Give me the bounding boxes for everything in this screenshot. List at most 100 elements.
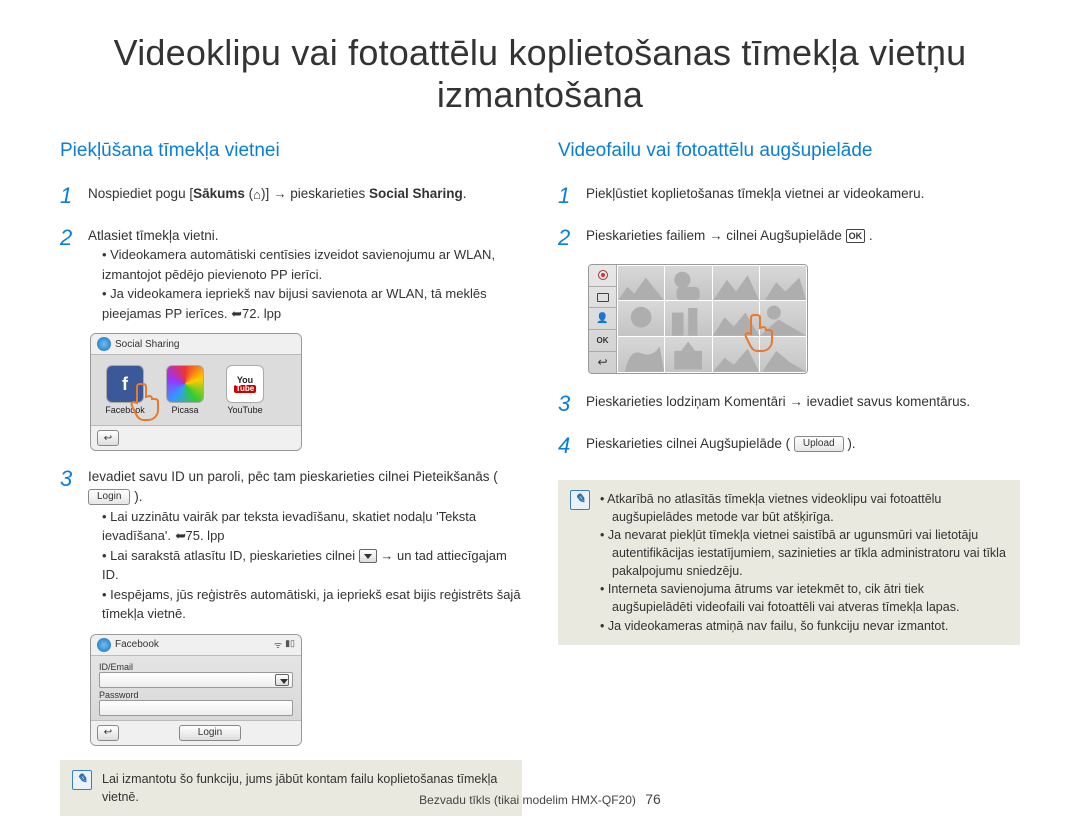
note-box: ✎ Lai izmantotu šo funkciju, jums jābūt …	[60, 760, 522, 816]
step-3: 3 Ievadiet savu ID un paroli, pēc tam pi…	[60, 463, 522, 623]
dropdown-icon	[359, 549, 377, 563]
note-icon: ✎	[570, 490, 590, 510]
record-icon	[598, 270, 608, 280]
screenshot-file-select: OK	[588, 264, 808, 374]
text: ).	[844, 436, 856, 451]
text: Atlasiet tīmekļa vietni.	[88, 228, 219, 243]
text: Nospiediet pogu [	[88, 186, 193, 201]
id-input[interactable]	[99, 672, 293, 688]
left-column: Piekļūšana tīmekļa vietnei 1 Nospiediet …	[60, 140, 522, 816]
back-button[interactable]: ↩	[97, 725, 119, 741]
step-2: 2 Atlasiet tīmekļa vietni. Videokamera a…	[60, 222, 522, 324]
titlebar-text: Facebook	[115, 639, 159, 650]
app-label: Picasa	[161, 405, 209, 415]
step-2: 2 Pieskarieties failiem → cilnei Augšupi…	[558, 222, 1020, 254]
note-item: Atkarībā no atlasītās tīmekļa vietnes vi…	[600, 490, 1008, 526]
app-label: YouTube	[221, 405, 269, 415]
text: Lai sarakstā atlasītu ID, pieskarieties …	[110, 548, 359, 563]
screenshot-social-sharing: Social Sharing f Facebook Picasa YouTube…	[90, 333, 302, 451]
globe-icon	[97, 638, 111, 652]
step-number: 3	[60, 463, 78, 623]
titlebar: Social Sharing	[91, 334, 301, 355]
text-bold: Sākums	[193, 186, 245, 201]
bullet: Videokamera automātiski centīsies izveid…	[102, 245, 522, 284]
text: .	[865, 228, 873, 243]
text: Pieskarieties cilnei Augšupielāde (	[586, 436, 794, 451]
picasa-icon	[166, 365, 204, 403]
note-item: Interneta savienojuma ātrums var ietekmē…	[600, 580, 1008, 616]
globe-icon	[97, 337, 111, 351]
sidebar: OK	[589, 265, 617, 373]
password-label: Password	[99, 690, 293, 700]
text: ).	[130, 489, 142, 504]
thumbnail[interactable]	[618, 337, 664, 372]
text: 72. lpp	[242, 306, 281, 321]
pageref-arrow-icon: ➥	[175, 526, 186, 546]
home-icon: ⌂	[253, 186, 261, 205]
back-button[interactable]	[589, 352, 616, 373]
screenshot-login: Facebook ᯤ▮▯ ID/Email Password ↩ Login	[90, 634, 302, 746]
thumbnail[interactable]	[618, 301, 664, 336]
thumbnail[interactable]	[760, 266, 806, 301]
photo-mode-button[interactable]	[589, 287, 616, 309]
thumbnail[interactable]	[665, 337, 711, 372]
upload-chip: Upload	[794, 436, 844, 452]
text: )] → pieskarieties	[261, 186, 369, 201]
step-number: 1	[558, 180, 576, 212]
thumbnail[interactable]	[665, 301, 711, 336]
ok-chip: OK	[846, 229, 866, 243]
record-mode-button[interactable]	[589, 265, 616, 287]
ok-button[interactable]: OK	[589, 330, 616, 352]
step-1: 1 Nospiediet pogu [Sākums (⌂)] → pieskar…	[60, 180, 522, 212]
text: .	[463, 186, 467, 201]
id-label: ID/Email	[99, 662, 293, 672]
text: (	[245, 186, 253, 201]
text: Ja videokamera iepriekš nav bijusi savie…	[102, 286, 487, 321]
text: Ievadiet savu ID un paroli, pēc tam pies…	[88, 469, 498, 484]
text-bold: Social Sharing	[369, 186, 463, 201]
note-box: ✎ Atkarībā no atlasītās tīmekļa vietnes …	[558, 480, 1020, 645]
dropdown-icon[interactable]	[275, 674, 289, 686]
password-input[interactable]	[99, 700, 293, 716]
step-1: 1 Piekļūstiet koplietošanas tīmekļa viet…	[558, 180, 1020, 212]
bullet: Ja videokamera iepriekš nav bijusi savie…	[102, 284, 522, 323]
step-4: 4 Pieskarieties cilnei Augšupielāde ( Up…	[558, 430, 1020, 462]
page-title: Videoklipu vai fotoattēlu koplietošanas …	[60, 32, 1020, 116]
step-number: 3	[558, 388, 576, 420]
youtube-icon: YouTube	[226, 365, 264, 403]
text: Lai uzzinātu vairāk par teksta ievadīšan…	[102, 509, 476, 544]
bullet: Lai uzzinātu vairāk par teksta ievadīšan…	[102, 507, 522, 546]
right-column: Videofailu vai fotoattēlu augšupielāde 1…	[558, 140, 1020, 816]
section-heading-access: Piekļūšana tīmekļa vietnei	[60, 140, 522, 162]
thumbnail[interactable]	[618, 266, 664, 301]
person-button[interactable]	[589, 308, 616, 330]
step-number: 1	[60, 180, 78, 212]
note-list: Atkarībā no atlasītās tīmekļa vietnes vi…	[600, 490, 1008, 635]
text: Piekļūstiet koplietošanas tīmekļa vietne…	[586, 180, 924, 212]
thumbnail[interactable]	[713, 266, 759, 301]
battery-icon: ▮▯	[285, 638, 295, 651]
section-heading-upload: Videofailu vai fotoattēlu augšupielāde	[558, 140, 1020, 162]
note-item: Ja videokameras atmiņā nav failu, šo fun…	[600, 617, 1008, 635]
step-number: 2	[558, 222, 576, 254]
back-button[interactable]: ↩	[97, 430, 119, 446]
step-number: 4	[558, 430, 576, 462]
text: Pieskarieties failiem → cilnei Augšupiel…	[586, 228, 846, 243]
titlebar: Facebook ᯤ▮▯	[91, 635, 301, 656]
footer: Bezvadu tīkls (tikai modelim HMX-QF20) 7…	[0, 791, 1080, 807]
person-icon	[596, 313, 608, 324]
step-number: 2	[60, 222, 78, 324]
titlebar-text: Social Sharing	[115, 339, 179, 350]
app-tile-youtube[interactable]: YouTube YouTube	[221, 365, 269, 415]
app-tile-picasa[interactable]: Picasa	[161, 365, 209, 415]
pageref-arrow-icon: ➥	[231, 304, 242, 324]
login-button[interactable]: Login	[179, 725, 241, 741]
bullet: Lai sarakstā atlasītu ID, pieskarieties …	[102, 546, 522, 585]
login-chip: Login	[88, 489, 130, 505]
thumbnail[interactable]	[665, 266, 711, 301]
camera-icon	[597, 293, 609, 302]
note-item: Ja nevarat piekļūt tīmekļa vietnei saist…	[600, 526, 1008, 580]
bullet: Iespējams, jūs reģistrēs automātiski, ja…	[102, 585, 522, 624]
page-number: 76	[645, 791, 661, 807]
tap-gesture-icon	[743, 309, 779, 353]
